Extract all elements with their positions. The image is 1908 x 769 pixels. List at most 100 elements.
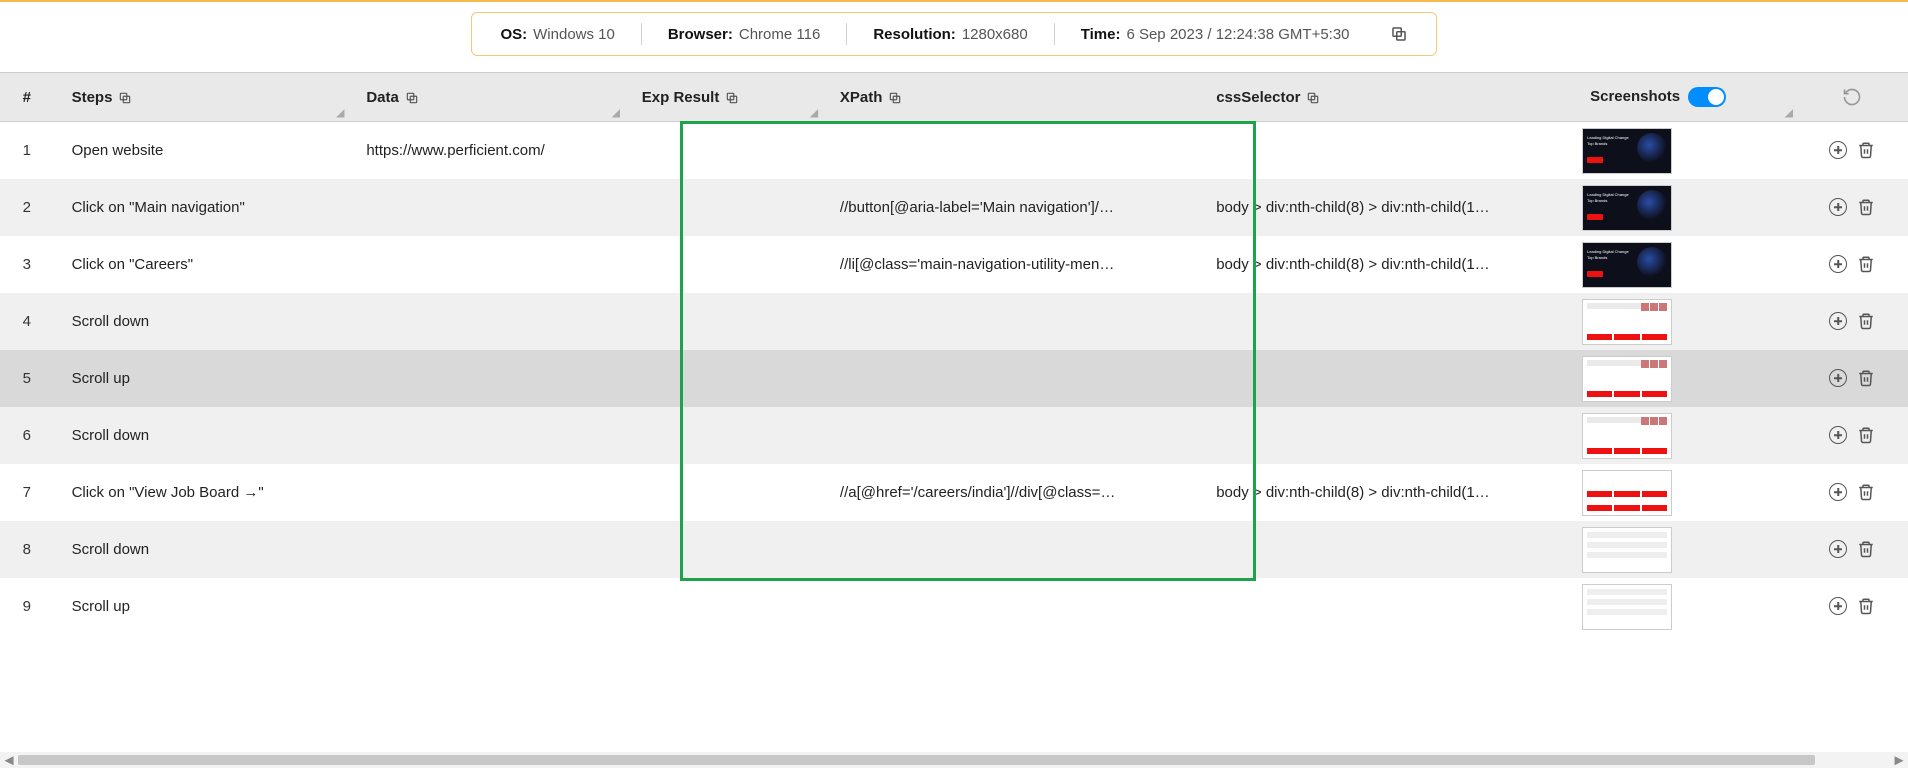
table-row[interactable]: 6Scroll down [0,407,1908,464]
css-selector-cell[interactable]: body > div:nth-child(8) > div:nth-child(… [1198,464,1572,521]
step-cell[interactable]: Scroll down [54,407,349,464]
add-step-button[interactable] [1826,195,1850,219]
delete-step-button[interactable] [1854,309,1878,333]
screenshot-thumbnail[interactable]: Leading Digital ChangeTop Brands [1582,185,1672,231]
data-cell[interactable] [348,293,623,350]
exp-result-cell[interactable] [624,236,822,293]
xpath-cell[interactable] [822,122,1198,179]
col-steps[interactable]: Steps◢ [54,72,349,122]
exp-result-cell[interactable] [624,407,822,464]
data-cell[interactable] [348,521,623,578]
copy-info-icon[interactable] [1390,25,1408,43]
delete-step-button[interactable] [1854,480,1878,504]
step-cell[interactable]: Scroll up [54,578,349,635]
exp-result-cell[interactable] [624,179,822,236]
screenshot-thumbnail[interactable]: Leading Digital ChangeTop Brands [1582,242,1672,288]
screenshots-toggle[interactable] [1688,87,1726,107]
delete-step-button[interactable] [1854,252,1878,276]
step-cell[interactable]: Click on "View Job Board →" [54,464,349,521]
css-selector-cell[interactable] [1198,293,1572,350]
exp-result-cell[interactable] [624,122,822,179]
screenshot-thumbnail[interactable]: Leading Digital ChangeTop Brands [1582,128,1672,174]
resize-handle-icon[interactable]: ◢ [612,108,620,119]
add-step-button[interactable] [1826,423,1850,447]
copy-icon[interactable] [118,91,132,105]
exp-result-cell[interactable] [624,350,822,407]
table-row[interactable]: 8Scroll down [0,521,1908,578]
css-selector-cell[interactable]: body > div:nth-child(8) > div:nth-child(… [1198,236,1572,293]
table-row[interactable]: 4Scroll down [0,293,1908,350]
col-exp-result[interactable]: Exp Result◢ [624,72,822,122]
screenshot-thumbnail[interactable] [1582,527,1672,573]
table-row[interactable]: 5Scroll up [0,350,1908,407]
step-cell[interactable]: Scroll up [54,350,349,407]
copy-icon[interactable] [405,91,419,105]
step-cell[interactable]: Scroll down [54,521,349,578]
xpath-cell[interactable] [822,407,1198,464]
xpath-cell[interactable] [822,350,1198,407]
delete-step-button[interactable] [1854,423,1878,447]
add-step-button[interactable] [1826,138,1850,162]
xpath-cell[interactable]: //a[@href='/careers/india']//div[@class=… [822,464,1198,521]
data-cell[interactable] [348,578,623,635]
copy-icon[interactable] [725,91,739,105]
horizontal-scrollbar[interactable]: ◄ ► [0,752,1908,768]
screenshot-thumbnail[interactable] [1582,299,1672,345]
add-step-button[interactable] [1826,309,1850,333]
screenshot-thumbnail[interactable] [1582,356,1672,402]
data-cell[interactable]: https://www.perficient.com/ [348,122,623,179]
delete-step-button[interactable] [1854,594,1878,618]
exp-result-cell[interactable] [624,464,822,521]
screenshot-thumbnail[interactable] [1582,413,1672,459]
copy-icon[interactable] [888,91,902,105]
add-step-button[interactable] [1826,594,1850,618]
table-row[interactable]: 9Scroll up [0,578,1908,635]
table-row[interactable]: 7Click on "View Job Board →"//a[@href='/… [0,464,1908,521]
xpath-cell[interactable] [822,578,1198,635]
css-selector-cell[interactable] [1198,578,1572,635]
css-selector-cell[interactable] [1198,521,1572,578]
table-row[interactable]: 1Open websitehttps://www.perficient.com/… [0,122,1908,179]
css-selector-cell[interactable]: body > div:nth-child(8) > div:nth-child(… [1198,179,1572,236]
add-step-button[interactable] [1826,252,1850,276]
col-css-selector[interactable]: cssSelector [1198,72,1572,122]
data-cell[interactable] [348,236,623,293]
exp-result-cell[interactable] [624,293,822,350]
delete-step-button[interactable] [1854,195,1878,219]
resize-handle-icon[interactable]: ◢ [337,108,345,119]
xpath-cell[interactable] [822,293,1198,350]
exp-result-cell[interactable] [624,578,822,635]
step-cell[interactable]: Click on "Main navigation" [54,179,349,236]
scroll-left-arrow-icon[interactable]: ◄ [0,752,18,768]
data-cell[interactable] [348,350,623,407]
col-xpath[interactable]: XPath [822,72,1198,122]
delete-step-button[interactable] [1854,537,1878,561]
scrollbar-thumb[interactable] [18,755,1815,765]
resize-handle-icon[interactable]: ◢ [810,108,818,119]
exp-result-cell[interactable] [624,521,822,578]
css-selector-cell[interactable] [1198,350,1572,407]
add-step-button[interactable] [1826,480,1850,504]
css-selector-cell[interactable] [1198,122,1572,179]
scroll-right-arrow-icon[interactable]: ► [1890,752,1908,768]
data-cell[interactable] [348,407,623,464]
table-row[interactable]: 3Click on "Careers"//li[@class='main-nav… [0,236,1908,293]
col-data[interactable]: Data◢ [348,72,623,122]
xpath-cell[interactable]: //button[@aria-label='Main navigation']/… [822,179,1198,236]
xpath-cell[interactable] [822,521,1198,578]
step-cell[interactable]: Open website [54,122,349,179]
screenshot-thumbnail[interactable] [1582,470,1672,516]
undo-icon[interactable] [1842,87,1862,107]
add-step-button[interactable] [1826,537,1850,561]
step-cell[interactable]: Scroll down [54,293,349,350]
data-cell[interactable] [348,464,623,521]
step-cell[interactable]: Click on "Careers" [54,236,349,293]
delete-step-button[interactable] [1854,138,1878,162]
table-row[interactable]: 2Click on "Main navigation"//button[@ari… [0,179,1908,236]
css-selector-cell[interactable] [1198,407,1572,464]
resize-handle-icon[interactable]: ◢ [1785,108,1793,119]
col-screenshots[interactable]: Screenshots◢ [1572,72,1797,122]
copy-icon[interactable] [1306,91,1320,105]
delete-step-button[interactable] [1854,366,1878,390]
add-step-button[interactable] [1826,366,1850,390]
